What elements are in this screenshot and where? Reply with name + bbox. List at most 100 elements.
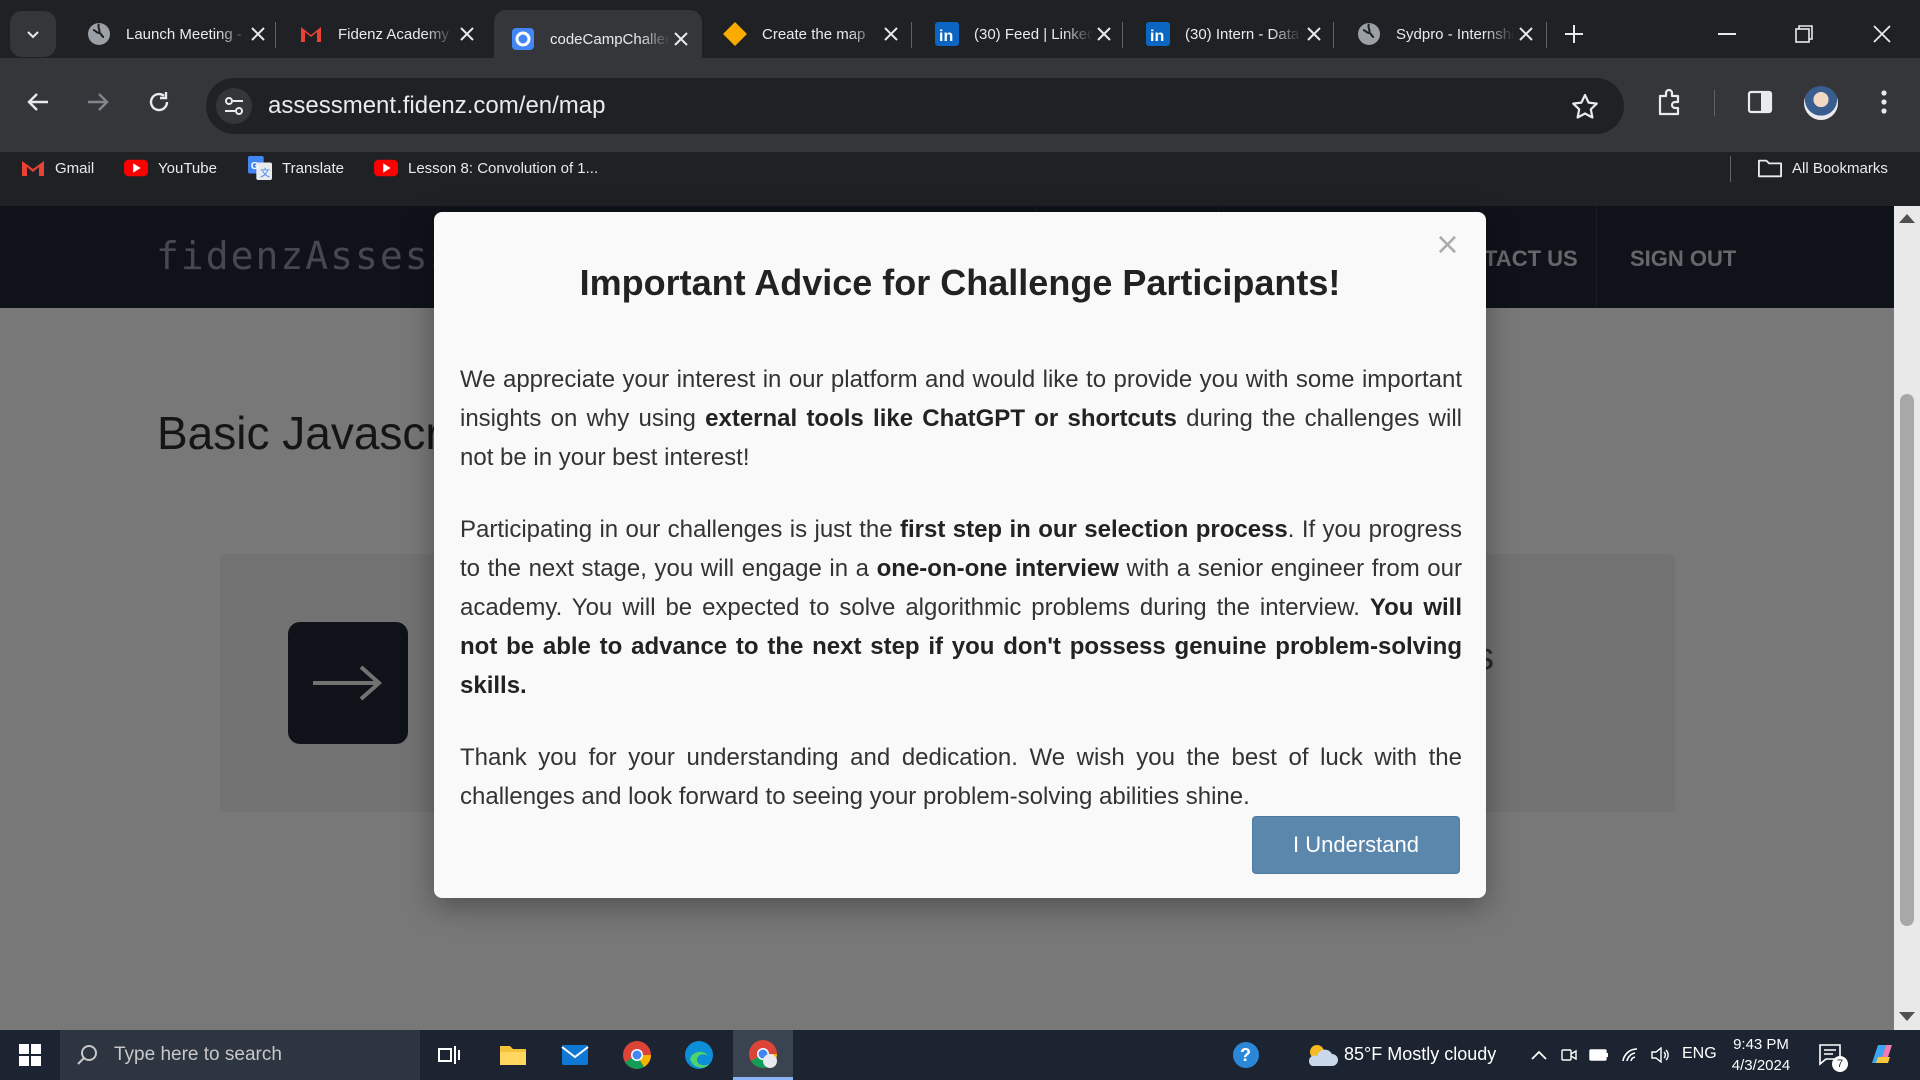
minimize-icon — [1718, 33, 1736, 35]
close-icon[interactable] — [1514, 21, 1538, 47]
plus-icon — [1565, 25, 1583, 43]
task-view-button[interactable] — [420, 1030, 478, 1080]
taskbar-file-explorer[interactable] — [484, 1030, 542, 1080]
diamond-icon — [722, 21, 748, 47]
tab-title: (30) Intern - Data — [1185, 25, 1300, 43]
bookmark-lesson8[interactable]: Lesson 8: Convolution of 1... — [374, 152, 598, 184]
close-icon[interactable] — [670, 26, 692, 52]
taskbar-mail[interactable] — [546, 1030, 604, 1080]
bookmark-gmail[interactable]: Gmail — [21, 152, 94, 184]
taskbar-edge[interactable] — [670, 1030, 728, 1080]
tab-title: (30) Feed | LinkedIn — [974, 25, 1093, 43]
tab-separator — [1546, 22, 1547, 48]
youtube-icon — [124, 156, 148, 180]
address-bar[interactable]: assessment.fidenz.com/en/map — [206, 78, 1624, 134]
start-button[interactable] — [0, 1030, 60, 1080]
close-icon[interactable] — [1093, 21, 1116, 47]
tab-title: Sydpro - Internship — [1396, 25, 1514, 43]
close-icon[interactable] — [878, 21, 904, 47]
clock-date: 4/3/2024 — [1731, 1057, 1791, 1074]
tab-create-map[interactable]: Create the map — [706, 10, 914, 58]
forward-button[interactable] — [78, 82, 118, 122]
side-panel-icon — [1747, 90, 1773, 114]
search-icon — [76, 1044, 100, 1066]
close-icon[interactable] — [248, 21, 268, 47]
bookmark-label: YouTube — [158, 159, 217, 177]
taskbar-chrome-active[interactable] — [733, 1030, 793, 1080]
windows-icon — [19, 1044, 41, 1066]
tab-title: Fidenz Academy — [338, 25, 449, 43]
chevron-up-icon — [1531, 1050, 1547, 1060]
modal-close-button[interactable]: × — [1435, 230, 1460, 260]
modal-paragraph: We appreciate your interest in our platf… — [460, 360, 1462, 477]
wifi-icon[interactable] — [1616, 1030, 1646, 1080]
emphasis-text: first step in our selection process — [900, 516, 1288, 543]
reload-button[interactable] — [139, 82, 179, 122]
tab-linkedin-feed[interactable]: in (30) Feed | LinkedIn — [918, 10, 1126, 58]
restore-button[interactable] — [1774, 12, 1834, 56]
close-icon[interactable] — [1301, 21, 1327, 47]
bookmark-youtube[interactable]: YouTube — [124, 152, 217, 184]
back-button[interactable] — [18, 82, 58, 122]
volume-icon[interactable] — [1646, 1030, 1676, 1080]
language-indicator[interactable]: ENG — [1682, 1045, 1717, 1063]
side-panel-button[interactable] — [1740, 82, 1780, 122]
tab-fidenz-academy[interactable]: Fidenz Academy — [282, 10, 490, 58]
page-scrollbar[interactable] — [1894, 206, 1920, 1030]
bookmark-label: Translate — [282, 159, 344, 177]
meet-now-icon[interactable] — [1556, 1030, 1582, 1080]
linkedin-icon: in — [1145, 21, 1171, 47]
bookmark-translate[interactable]: G文 Translate — [248, 152, 344, 184]
close-window-button[interactable] — [1852, 12, 1912, 56]
tab-separator — [911, 22, 912, 48]
chrome-icon — [623, 1041, 651, 1069]
scroll-down-icon[interactable] — [1899, 1012, 1915, 1021]
advice-modal: × Important Advice for Challenge Partici… — [434, 212, 1486, 898]
tab-separator — [1122, 22, 1123, 48]
notifications-button[interactable]: 7 — [1814, 1030, 1848, 1080]
tray-overflow-button[interactable] — [1524, 1030, 1554, 1080]
minimize-button[interactable] — [1697, 12, 1757, 56]
extensions-button[interactable] — [1650, 82, 1690, 122]
scrollbar-thumb[interactable] — [1900, 394, 1914, 926]
tab-sydpro[interactable]: Sydpro - Internship — [1340, 10, 1548, 58]
tab-linkedin-intern[interactable]: in (30) Intern - Data — [1129, 10, 1337, 58]
battery-icon[interactable] — [1584, 1030, 1614, 1080]
taskbar-chrome[interactable] — [608, 1030, 666, 1080]
browser-menu-button[interactable] — [1864, 82, 1904, 122]
arrow-left-icon — [27, 93, 48, 111]
i-understand-button[interactable]: I Understand — [1252, 816, 1460, 874]
chrome-profile-icon — [749, 1039, 777, 1068]
modal-paragraph: Thank you for your understanding and ded… — [460, 744, 1462, 810]
bookmarks-bar: Gmail YouTube G文 Translate Lesson 8: Con… — [0, 152, 1920, 206]
svg-text:in: in — [939, 28, 953, 45]
system-clock[interactable]: 9:43 PM 4/3/2024 — [1716, 1034, 1806, 1076]
weather-icon[interactable] — [1296, 1030, 1346, 1080]
globe-icon — [86, 21, 112, 47]
weather-text[interactable]: 85°F Mostly cloudy — [1344, 1044, 1496, 1065]
reload-icon — [149, 92, 169, 112]
bookmark-star-button[interactable] — [1570, 91, 1600, 121]
svg-text:G: G — [251, 161, 259, 172]
taskbar-search[interactable]: Type here to search — [60, 1030, 420, 1080]
close-icon[interactable] — [454, 21, 480, 47]
help-tray-button[interactable]: ? — [1218, 1030, 1274, 1080]
modal-paragraph: Participating in our challenges is just … — [460, 510, 1462, 705]
tab-search-button[interactable] — [10, 11, 56, 57]
bookmark-label: Lesson 8: Convolution of 1... — [408, 159, 599, 177]
site-info-button[interactable] — [216, 88, 252, 124]
star-icon — [1572, 93, 1598, 119]
tab-zoom[interactable]: Launch Meeting - Zoom — [70, 10, 278, 58]
windows-taskbar: Type here to search ? 85°F Mostly cloudy — [0, 1030, 1920, 1080]
new-tab-button[interactable] — [1558, 18, 1590, 50]
tab-title: Launch Meeting - Zoom — [126, 25, 248, 43]
url-text[interactable]: assessment.fidenz.com/en/map — [268, 92, 606, 120]
bookmark-label: Gmail — [55, 159, 95, 177]
clock-time: 9:43 PM — [1733, 1036, 1789, 1053]
all-bookmarks-button[interactable]: All Bookmarks — [1758, 152, 1888, 184]
folder-icon — [1758, 156, 1782, 180]
scroll-up-icon[interactable] — [1899, 214, 1915, 223]
mail-icon — [561, 1045, 589, 1065]
profile-avatar[interactable] — [1804, 86, 1838, 120]
copilot-icon[interactable] — [1862, 1030, 1902, 1080]
